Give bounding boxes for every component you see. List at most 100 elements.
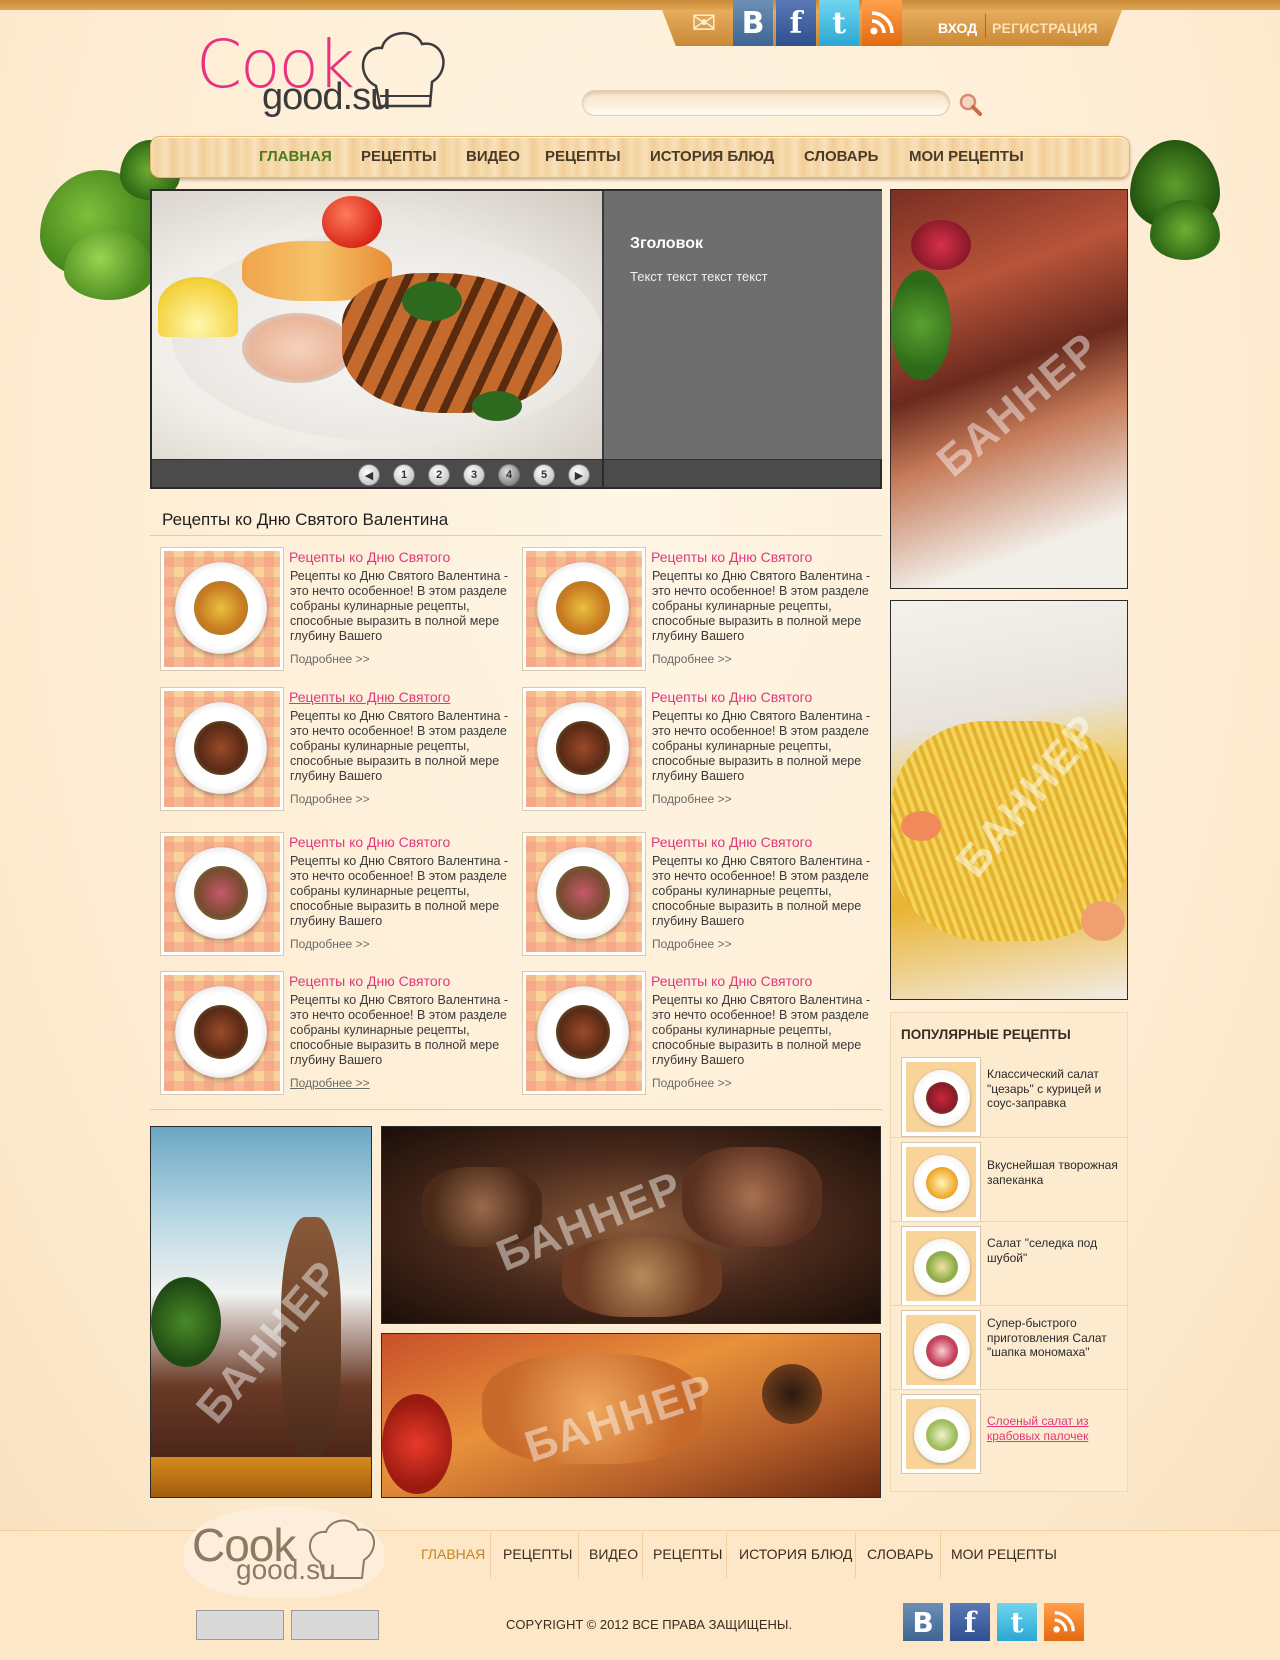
footer-nav-recipes-2[interactable]: РЕЦЕПТЫ — [653, 1546, 722, 1562]
popular-item[interactable]: Супер-быстрого приготовления Салат "шапк… — [891, 1305, 1127, 1390]
twitter-icon[interactable]: t — [819, 0, 859, 46]
footer-counter-2[interactable] — [291, 1610, 379, 1640]
slider-page-2[interactable]: 2 — [428, 464, 450, 486]
recipe-card: Рецепты ко Дню Святого Рецепты ко Дню Св… — [160, 832, 520, 956]
popular-item[interactable]: Вкуснейшая творожная запеканка — [891, 1137, 1127, 1222]
recipe-title-link[interactable]: Рецепты ко Дню Святого — [651, 973, 812, 989]
footer-vkontakte-icon[interactable]: B — [903, 1603, 943, 1641]
footer-counter-1[interactable] — [196, 1610, 284, 1640]
slider-prev-icon[interactable]: ◀ — [358, 464, 380, 486]
recipe-thumbnail[interactable] — [522, 971, 646, 1095]
footer-nav-recipes[interactable]: РЕЦЕПТЫ — [503, 1546, 572, 1562]
slider-page-4[interactable]: 4 — [498, 464, 520, 486]
popular-thumbnail[interactable] — [901, 1394, 981, 1474]
facebook-icon[interactable]: f — [776, 0, 816, 46]
recipe-title-link[interactable]: Рецепты ко Дню Святого — [289, 834, 450, 850]
slider-next-icon[interactable]: ▶ — [568, 464, 590, 486]
recipe-title-link[interactable]: Рецепты ко Дню Святого — [651, 689, 812, 705]
register-link[interactable]: РЕГИСТРАЦИЯ — [992, 20, 1098, 36]
slider-page-5[interactable]: 5 — [533, 464, 555, 486]
popular-item-link[interactable]: Супер-быстрого приготовления Салат "шапк… — [987, 1316, 1123, 1360]
read-more-link[interactable]: Подробнее >> — [290, 1076, 370, 1090]
read-more-link[interactable]: Подробнее >> — [290, 792, 370, 806]
vkontakte-icon[interactable]: B — [733, 0, 773, 46]
popular-title: ПОПУЛЯРНЫЕ РЕЦЕПТЫ — [901, 1027, 1071, 1042]
recipe-card: Рецепты ко Дню Святого Рецепты ко Дню Св… — [522, 971, 882, 1095]
nav-item-recipes-2[interactable]: РЕЦЕПТЫ — [545, 148, 621, 165]
recipe-title-link[interactable]: Рецепты ко Дню Святого — [289, 689, 450, 705]
slider-page-3[interactable]: 3 — [463, 464, 485, 486]
recipe-title-link[interactable]: Рецепты ко Дню Святого — [651, 834, 812, 850]
recipe-title-link[interactable]: Рецепты ко Дню Святого — [289, 549, 450, 565]
bottom-banner-left[interactable]: БАННЕР — [150, 1126, 372, 1498]
popular-thumbnail[interactable] — [901, 1310, 981, 1390]
slider-image[interactable] — [152, 191, 602, 459]
mail-icon[interactable]: ✉ — [682, 0, 726, 46]
recipe-thumbnail[interactable] — [160, 547, 284, 671]
nav-item-home[interactable]: ГЛАВНАЯ — [259, 148, 332, 165]
read-more-link[interactable]: Подробнее >> — [652, 652, 732, 666]
footer-nav-video[interactable]: ВИДЕО — [589, 1546, 638, 1562]
copyright-text: COPYRIGHT © 2012 ВСЕ ПРАВА ЗАЩИЩЕНЫ. — [506, 1617, 793, 1632]
popular-thumbnail[interactable] — [901, 1057, 981, 1137]
footer-logo[interactable]: Cook good.su — [184, 1506, 384, 1598]
popular-item-link[interactable]: Слоеный салат из крабовых палочек — [987, 1414, 1123, 1443]
search-icon[interactable] — [958, 92, 982, 116]
footer-separator — [940, 1532, 941, 1578]
footer-nav-my-recipes[interactable]: МОИ РЕЦЕПТЫ — [951, 1546, 1057, 1562]
search-input[interactable] — [583, 91, 949, 115]
popular-item-link[interactable]: Салат "селедка под шубой" — [987, 1236, 1123, 1265]
read-more-link[interactable]: Подробнее >> — [290, 937, 370, 951]
right-banner-middle[interactable]: БАННЕР — [890, 600, 1128, 1000]
recipe-thumbnail[interactable] — [522, 832, 646, 956]
footer-rss-icon[interactable] — [1044, 1603, 1084, 1641]
footer-twitter-icon[interactable]: t — [997, 1603, 1037, 1641]
recipe-description: Рецепты ко Дню Святого Валентина - это н… — [652, 569, 871, 643]
nav-item-history[interactable]: ИСТОРИЯ БЛЮД — [650, 148, 774, 165]
bottom-banner-top-right[interactable]: БАННЕР — [381, 1126, 881, 1324]
recipe-description: Рецепты ко Дню Святого Валентина - это н… — [652, 993, 871, 1067]
search-field[interactable] — [582, 90, 950, 116]
popular-item[interactable]: Классический салат "цезарь" с курицей и … — [891, 1053, 1127, 1137]
right-banner-top[interactable]: БАННЕР — [890, 189, 1128, 589]
nav-item-video[interactable]: ВИДЕО — [466, 148, 520, 165]
footer-separator — [855, 1532, 856, 1578]
popular-item-link[interactable]: Классический салат "цезарь" с курицей и … — [987, 1067, 1123, 1111]
read-more-link[interactable]: Подробнее >> — [652, 792, 732, 806]
recipe-thumbnail[interactable] — [160, 832, 284, 956]
slider-page-1[interactable]: 1 — [393, 464, 415, 486]
recipe-thumbnail[interactable] — [522, 687, 646, 811]
site-logo[interactable]: Cook good.su — [196, 26, 456, 126]
nav-item-dictionary[interactable]: СЛОВАРЬ — [804, 148, 878, 165]
popular-item[interactable]: Слоеный салат из крабовых палочек — [891, 1389, 1127, 1474]
read-more-link[interactable]: Подробнее >> — [652, 937, 732, 951]
read-more-link[interactable]: Подробнее >> — [290, 652, 370, 666]
chef-hat-icon — [309, 1519, 375, 1579]
slider-caption: Зголовок Текст текст текст текст — [602, 191, 882, 459]
nav-item-recipes[interactable]: РЕЦЕПТЫ — [361, 148, 437, 165]
popular-thumbnail[interactable] — [901, 1142, 981, 1222]
section-divider-bottom — [150, 1109, 882, 1110]
read-more-link[interactable]: Подробнее >> — [652, 1076, 732, 1090]
bottom-banner-bottom-right[interactable]: БАННЕР — [381, 1333, 881, 1498]
popular-item[interactable]: Салат "селедка под шубой" — [891, 1221, 1127, 1306]
slider-title: Зголовок — [630, 235, 703, 252]
recipe-thumbnail[interactable] — [522, 547, 646, 671]
rss-icon[interactable] — [862, 0, 902, 46]
recipe-card: Рецепты ко Дню Святого Рецепты ко Дню Св… — [522, 547, 882, 671]
nav-item-my-recipes[interactable]: МОИ РЕЦЕПТЫ — [909, 148, 1024, 165]
footer-facebook-icon[interactable]: f — [950, 1603, 990, 1641]
login-link[interactable]: ВХОД — [938, 20, 977, 36]
popular-thumbnail[interactable] — [901, 1226, 981, 1306]
footer-separator — [578, 1532, 579, 1578]
popular-item-link[interactable]: Вкуснейшая творожная запеканка — [987, 1158, 1123, 1187]
recipe-thumbnail[interactable] — [160, 687, 284, 811]
footer-nav-home[interactable]: ГЛАВНАЯ — [421, 1546, 485, 1562]
recipe-thumbnail[interactable] — [160, 971, 284, 1095]
footer-nav-history[interactable]: ИСТОРИЯ БЛЮД — [739, 1546, 852, 1562]
recipe-title-link[interactable]: Рецепты ко Дню Святого — [289, 973, 450, 989]
featured-slider: Зголовок Текст текст текст текст ◀ 1 2 3… — [150, 189, 882, 489]
footer-separator — [642, 1532, 643, 1578]
recipe-title-link[interactable]: Рецепты ко Дню Святого — [651, 549, 812, 565]
footer-nav-dictionary[interactable]: СЛОВАРЬ — [867, 1546, 933, 1562]
